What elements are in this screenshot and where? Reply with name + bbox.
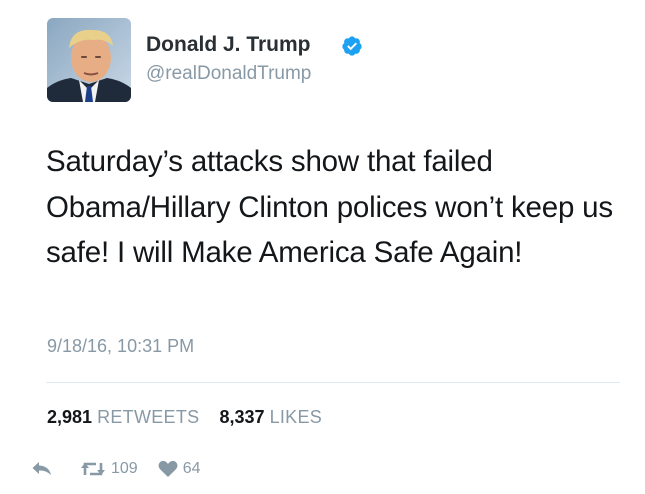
profile-avatar[interactable] <box>47 18 131 102</box>
display-name[interactable]: Donald J. Trump <box>146 33 311 57</box>
retweets-count[interactable]: 2,981 <box>47 407 92 427</box>
likes-label[interactable]: LIKES <box>270 407 323 427</box>
heart-icon <box>158 460 178 477</box>
tweet-text: Saturday’s attacks show that failed Obam… <box>46 145 613 269</box>
reply-icon <box>32 462 51 475</box>
likes-count[interactable]: 8,337 <box>220 407 265 427</box>
reply-button[interactable] <box>31 460 53 478</box>
retweet-button[interactable]: 109 <box>80 460 138 478</box>
tweet-timestamp[interactable]: 9/18/16, 10:31 PM <box>47 336 194 357</box>
divider <box>46 382 620 383</box>
like-count: 64 <box>182 460 201 477</box>
retweet-count: 109 <box>111 460 138 477</box>
retweet-icon <box>81 462 105 476</box>
profile-photo <box>47 18 131 102</box>
tweet-actions: 109 64 <box>31 456 201 482</box>
verified-badge-icon <box>342 36 362 56</box>
user-handle[interactable]: @realDonaldTrump <box>146 63 311 85</box>
retweets-label[interactable]: RETWEETS <box>97 407 199 427</box>
like-button[interactable]: 64 <box>158 460 201 478</box>
tweet-stats: 2,981 RETWEETS 8,337 LIKES <box>47 407 322 428</box>
